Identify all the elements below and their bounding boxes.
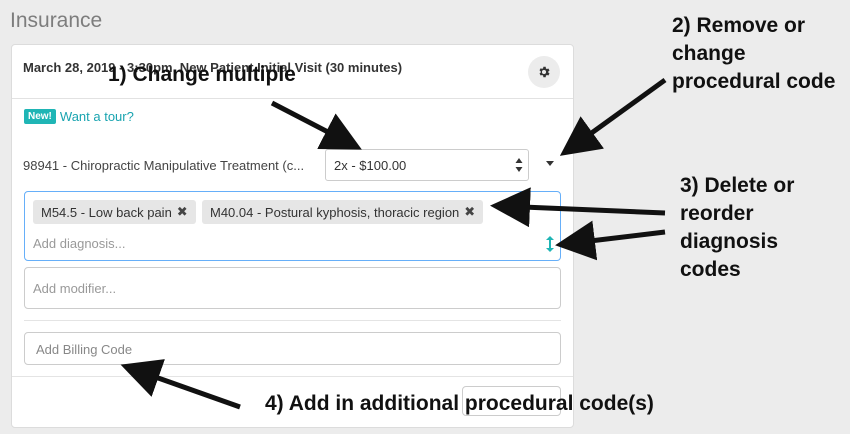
settings-button[interactable] xyxy=(528,56,560,88)
diagnosis-tag-label: M54.5 - Low back pain xyxy=(41,204,172,220)
arrow-to-reorder xyxy=(555,220,666,261)
billing-placeholder: Add Billing Code xyxy=(36,342,133,357)
procedure-label: 98941 - Chiropractic Manipulative Treatm… xyxy=(23,158,305,173)
updown-arrows-icon xyxy=(515,158,523,172)
tour-row: New! Want a tour? xyxy=(24,109,134,124)
annotation-delete-reorder: 3) Delete or reorder diagnosis codes xyxy=(680,174,795,281)
diagnosis-field[interactable]: M54.5 - Low back pain ✖ M40.04 - Postura… xyxy=(24,191,561,261)
billing-code-field[interactable]: Add Billing Code xyxy=(24,332,561,365)
caret-down-icon[interactable] xyxy=(546,161,554,166)
remove-tag-icon[interactable]: ✖ xyxy=(464,204,475,220)
gear-icon xyxy=(539,66,550,78)
visit-card: March 28, 2019 - 3:30pm, New Patient Ini… xyxy=(11,44,574,428)
annotation-remove-procedure: 2) Remove or change procedural code xyxy=(672,14,836,93)
diagnosis-tag-label: M40.04 - Postural kyphosis, thoracic reg… xyxy=(210,204,460,220)
divider xyxy=(12,376,573,377)
diagnosis-tag: M54.5 - Low back pain ✖ xyxy=(33,200,196,224)
arrow-to-caret xyxy=(559,77,667,156)
diagnosis-tag: M40.04 - Postural kyphosis, thoracic reg… xyxy=(202,200,484,224)
annotation-add-procedure: 4) Add in additional procedural code(s) xyxy=(265,392,654,415)
tour-link[interactable]: Want a tour? xyxy=(60,109,134,124)
section-title: Insurance xyxy=(10,9,103,32)
modifier-placeholder: Add modifier... xyxy=(33,281,117,296)
new-badge: New! xyxy=(24,109,56,124)
reorder-icon[interactable] xyxy=(545,236,555,252)
modifier-field[interactable]: Add modifier... xyxy=(24,267,561,309)
multiple-value: 2x - $100.00 xyxy=(334,158,407,173)
multiple-select[interactable]: 2x - $100.00 xyxy=(325,149,529,181)
diagnosis-placeholder: Add diagnosis... xyxy=(33,236,126,251)
remove-tag-icon[interactable]: ✖ xyxy=(177,204,188,220)
divider xyxy=(24,320,561,321)
annotation-change-multiple: 1) Change multiple xyxy=(108,63,296,86)
